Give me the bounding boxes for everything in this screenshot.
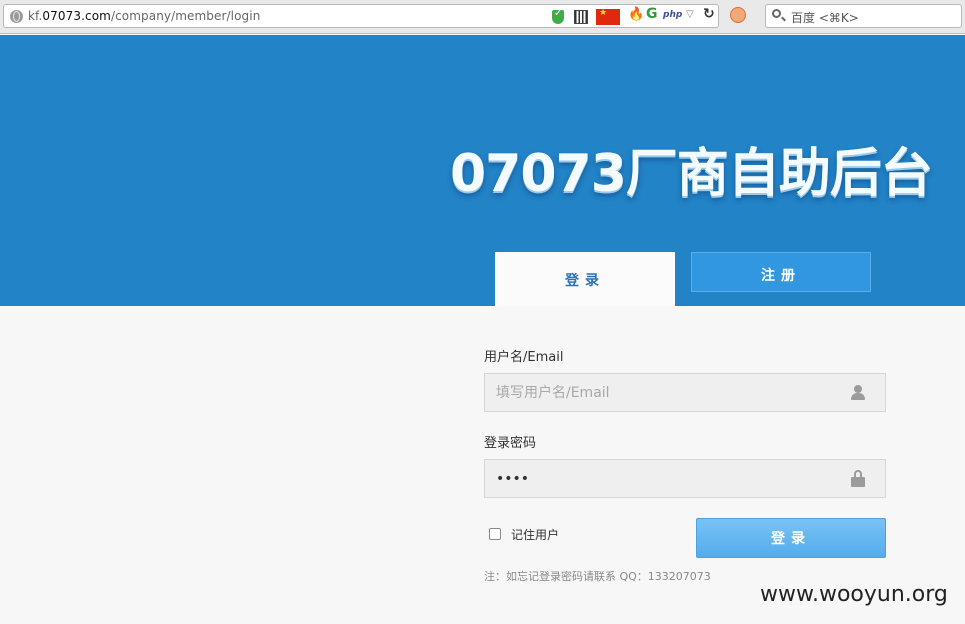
search-icon [772, 9, 781, 18]
url-text[interactable]: kf.07073.com/company/member/login [28, 9, 260, 23]
flame-icon[interactable]: 🔥 [628, 7, 644, 22]
lock-icon [851, 470, 865, 487]
dropdown-icon[interactable]: ▽ [686, 9, 694, 23]
username-field-wrap [484, 373, 886, 412]
g-icon[interactable]: G [646, 6, 662, 22]
extension-icon[interactable] [730, 7, 746, 23]
search-placeholder: 百度 <⌘K> [791, 11, 859, 25]
tab-login-label: 登录 [565, 273, 605, 289]
user-icon [851, 385, 865, 401]
browser-toolbar: kf.07073.com/company/member/login 🔥 G ph… [0, 0, 965, 34]
flag-icon[interactable] [596, 8, 620, 25]
help-note: 注：如忘记登录密码请联系 QQ：133207073 [484, 570, 711, 583]
remember-label[interactable]: 记住用户 [511, 526, 559, 543]
globe-icon [10, 10, 23, 23]
shield-icon[interactable] [552, 8, 564, 24]
tab-register[interactable]: 注册 [691, 252, 871, 292]
address-bar[interactable]: kf.07073.com/company/member/login 🔥 G ph… [3, 4, 719, 28]
username-label: 用户名/Email [484, 350, 564, 365]
login-button[interactable]: 登录 [696, 518, 886, 558]
password-input[interactable] [485, 460, 845, 497]
password-field-wrap [484, 459, 886, 498]
password-label: 登录密码 [484, 436, 537, 451]
username-input[interactable] [485, 374, 845, 411]
qr-icon[interactable] [574, 10, 588, 24]
tab-login[interactable]: 登录 [495, 252, 675, 306]
tab-register-label: 注册 [761, 268, 801, 284]
browser-search-box[interactable]: 百度 <⌘K> [765, 4, 962, 28]
header-banner: 07073厂商自助后台 登录 注册 [0, 35, 965, 306]
php-icon[interactable]: php [663, 10, 682, 24]
reload-icon[interactable]: ↻ [703, 6, 715, 22]
watermark: www.wooyun.org [760, 582, 948, 607]
page-title: 07073厂商自助后台 [450, 144, 933, 204]
remember-checkbox[interactable] [489, 528, 501, 540]
